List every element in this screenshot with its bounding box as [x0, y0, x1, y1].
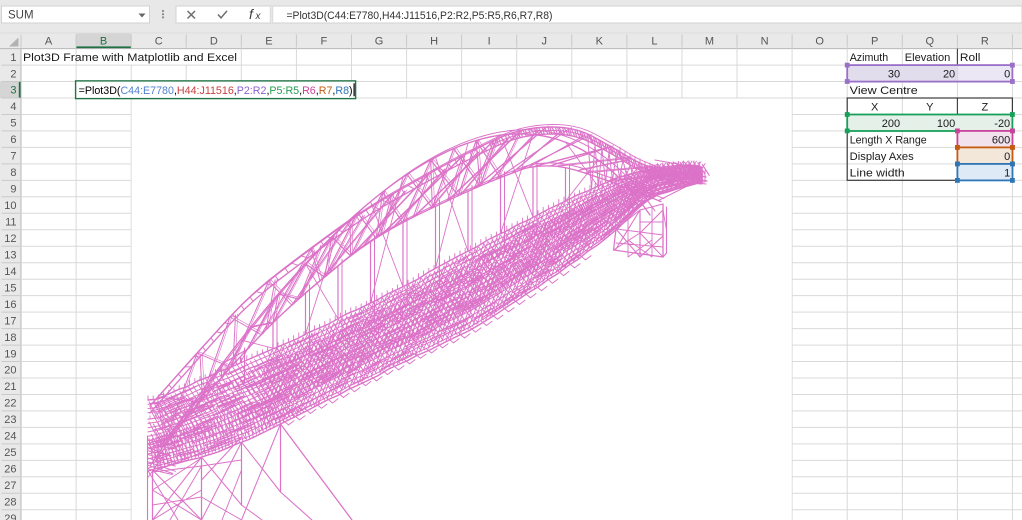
- svg-text:Azimuth: Azimuth: [850, 52, 889, 64]
- svg-text:O: O: [815, 36, 824, 48]
- svg-text:10: 10: [4, 200, 16, 212]
- svg-text:200: 200: [882, 118, 900, 130]
- svg-text:24: 24: [4, 431, 16, 443]
- svg-text:100: 100: [937, 118, 955, 130]
- svg-text:11: 11: [5, 217, 16, 229]
- svg-text:P: P: [871, 36, 878, 48]
- svg-text:4: 4: [10, 101, 16, 113]
- svg-text:F: F: [321, 36, 328, 48]
- svg-text:1: 1: [1004, 168, 1010, 180]
- svg-text:D: D: [210, 36, 218, 48]
- svg-text:G: G: [375, 36, 384, 48]
- svg-text:25: 25: [4, 447, 16, 459]
- svg-text:Roll: Roll: [960, 52, 981, 64]
- svg-text:6: 6: [10, 134, 16, 146]
- svg-text:Line width: Line width: [850, 168, 905, 180]
- svg-text:E: E: [265, 36, 272, 48]
- svg-text:12: 12: [4, 233, 16, 245]
- svg-text:2: 2: [10, 68, 16, 80]
- svg-text:29: 29: [4, 513, 16, 520]
- svg-text:27: 27: [4, 480, 16, 492]
- svg-text:26: 26: [4, 464, 16, 476]
- svg-text:30: 30: [888, 69, 900, 81]
- svg-text:19: 19: [4, 348, 16, 360]
- svg-text:Plot3D Frame with Matplotlib a: Plot3D Frame with Matplotlib and Excel: [23, 52, 237, 64]
- svg-text:M: M: [705, 36, 714, 48]
- svg-text:Q: Q: [926, 36, 935, 48]
- svg-text:SUM: SUM: [8, 9, 34, 21]
- svg-text:A: A: [45, 36, 53, 48]
- svg-text:=Plot3D(C44:E7780,H44:J11516,P: =Plot3D(C44:E7780,H44:J11516,P2:R2,P5:R5…: [287, 10, 553, 22]
- svg-text:Length X Range: Length X Range: [850, 135, 927, 147]
- svg-text:I: I: [488, 36, 491, 48]
- svg-text:16: 16: [4, 299, 16, 311]
- svg-text:K: K: [596, 36, 604, 48]
- svg-text:-20: -20: [994, 118, 1010, 130]
- svg-text:Elevation: Elevation: [905, 52, 951, 64]
- svg-text:Z: Z: [982, 102, 989, 114]
- svg-text:X: X: [871, 102, 879, 114]
- svg-text:20: 20: [4, 365, 16, 377]
- svg-text:0: 0: [1004, 151, 1010, 163]
- svg-text:C: C: [155, 36, 163, 48]
- svg-text:8: 8: [10, 167, 16, 179]
- svg-text:5: 5: [10, 118, 16, 130]
- svg-text:15: 15: [4, 282, 16, 294]
- svg-text:28: 28: [4, 497, 16, 509]
- svg-text:13: 13: [4, 249, 16, 261]
- svg-text:R: R: [981, 36, 989, 48]
- svg-text:23: 23: [4, 414, 16, 426]
- svg-text:18: 18: [4, 332, 16, 344]
- svg-text:1: 1: [10, 52, 16, 64]
- svg-text:View Centre: View Centre: [850, 85, 918, 97]
- svg-text:9: 9: [10, 184, 16, 196]
- svg-text:=Plot3D(C44:E7780,H44:J11516,P: =Plot3D(C44:E7780,H44:J11516,P2:R2,P5:R5…: [79, 85, 353, 97]
- svg-text:21: 21: [4, 381, 16, 393]
- svg-text:H: H: [430, 36, 438, 48]
- svg-text:3: 3: [10, 85, 16, 97]
- svg-text:Display Axes: Display Axes: [850, 151, 914, 163]
- svg-text:17: 17: [4, 315, 16, 327]
- svg-text:22: 22: [4, 398, 16, 410]
- svg-text:Y: Y: [926, 102, 934, 114]
- svg-text:20: 20: [943, 69, 955, 81]
- svg-text:B: B: [100, 36, 107, 48]
- svg-text:J: J: [542, 36, 548, 48]
- svg-text:600: 600: [992, 135, 1010, 147]
- svg-text:7: 7: [10, 151, 16, 163]
- svg-text:0: 0: [1004, 69, 1010, 81]
- svg-text:L: L: [651, 36, 657, 48]
- svg-text:x: x: [255, 11, 262, 22]
- svg-text:14: 14: [4, 266, 16, 278]
- svg-text:N: N: [761, 36, 769, 48]
